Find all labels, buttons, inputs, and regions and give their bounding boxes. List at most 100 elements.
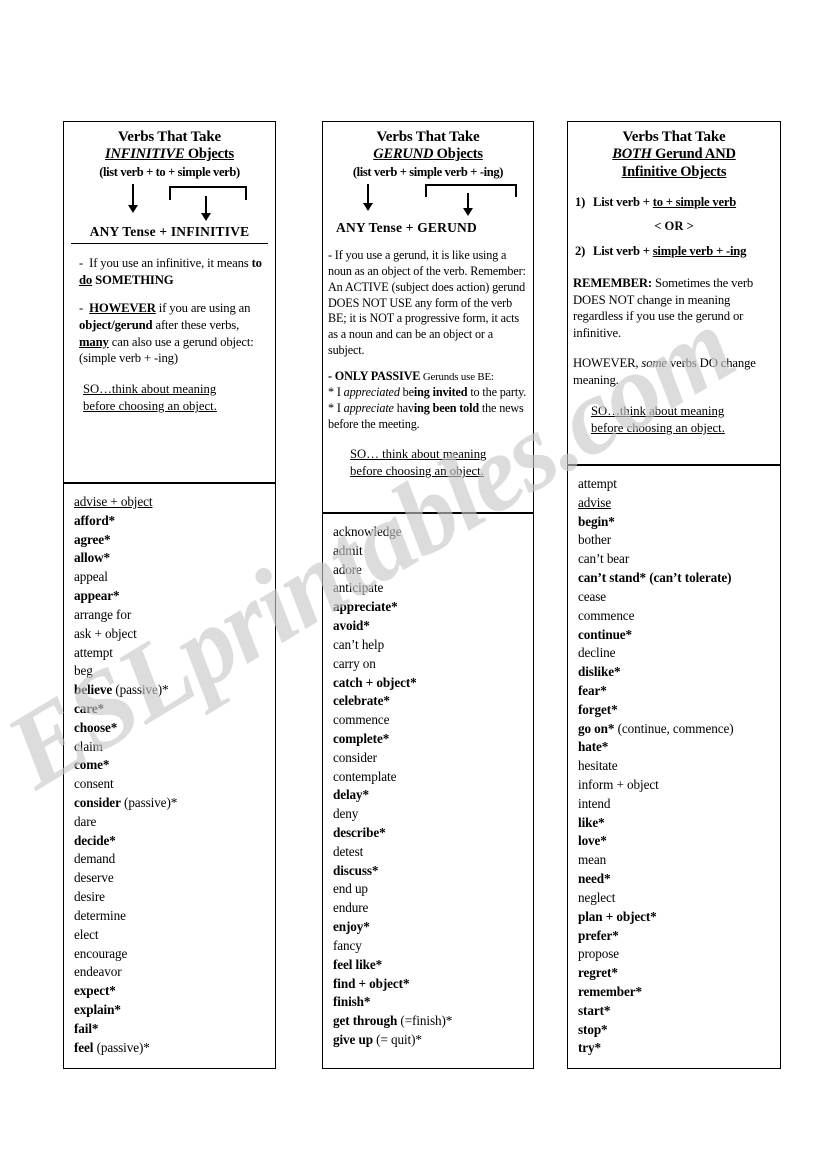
verb-suffix: (=finish)* xyxy=(397,1013,453,1029)
verb-entry: regret* xyxy=(578,965,618,981)
formula-bracket xyxy=(169,185,247,200)
infinitive-formula: (list verb + to + simple verb) xyxy=(99,164,240,179)
both-so-line-2: before choosing an object. xyxy=(591,421,725,436)
both-remember-label: REMEMBER: xyxy=(573,275,653,290)
both-rule-1-pre: List verb + xyxy=(593,194,653,209)
center-arrow-head xyxy=(201,212,211,221)
ex2-mid: hav xyxy=(393,400,414,415)
both-however-note: HOWEVER, some verbs DO change meaning. xyxy=(573,355,775,389)
verb-entry: fear* xyxy=(578,682,607,698)
verb-entry: try* xyxy=(578,1040,602,1056)
ex2-bold: ing been told xyxy=(413,400,479,415)
verb-entry: describe* xyxy=(333,825,386,840)
both-or-separator: < OR > xyxy=(654,218,694,233)
infinitive-header-panel: Verbs That Take INFINITIVE Objects (list… xyxy=(63,121,276,483)
center-arrow-stem xyxy=(205,195,207,214)
ex1-bold: ing invited xyxy=(413,384,468,399)
verb-entry: delay* xyxy=(333,787,370,803)
verb-entry: finish* xyxy=(333,994,371,1010)
verb-entry: consider (passive)* xyxy=(74,794,270,813)
ex2-italic: appreciate xyxy=(343,400,394,415)
verb-entry: love* xyxy=(578,833,607,849)
verb-entry: dare xyxy=(74,813,97,829)
verb-entry: can’t stand* (can’t tolerate) xyxy=(578,570,732,586)
verb-entry: care* xyxy=(74,700,105,716)
verb-entry: mean xyxy=(578,852,607,868)
gerund-title: Verbs That Take xyxy=(376,129,480,145)
verb-main: believe xyxy=(74,682,113,698)
verb-entry: enjoy* xyxy=(333,919,370,935)
gerund-verb-list: acknowledge admit adore anticipate appreciat… xyxy=(322,513,534,1069)
verb-entry: can’t help xyxy=(333,636,385,652)
infinitive-tense-line: ANY Tense + INFINITIVE xyxy=(89,223,250,239)
verb-entry: propose xyxy=(578,946,620,962)
both-so-block: SO…think about meaning before choosing a… xyxy=(573,403,775,437)
verb-entry: desire xyxy=(74,889,105,905)
verb-main: feel xyxy=(74,1039,94,1055)
verb-entry: inform + object xyxy=(578,777,659,792)
infinitive-subtitle: INFINITIVE Objects xyxy=(69,146,270,164)
infinitive-subtitle-keyword: INFINITIVE xyxy=(105,146,185,163)
gerund-note-main: - If you use a gerund, it is like using … xyxy=(328,247,526,358)
both-so-line-1: SO…think about meaning xyxy=(591,404,725,419)
verb-main: get through xyxy=(333,1013,398,1029)
verb-entry: elect xyxy=(74,926,99,942)
gerund-example-1: * I appreciated being invited to the par… xyxy=(328,385,528,401)
verb-entry: commence xyxy=(333,712,390,728)
verb-entry: cease xyxy=(578,588,607,604)
verb-entry: commence xyxy=(578,607,635,623)
verb-entry: continue* xyxy=(578,626,633,642)
verb-entry: admit xyxy=(333,542,363,558)
verb-suffix: (passive)* xyxy=(112,682,169,698)
verb-entry: go on* (continue, commence) xyxy=(578,720,775,739)
verb-entry: discuss* xyxy=(333,862,379,878)
verb-entry: intend xyxy=(578,795,611,811)
verb-entry: appear* xyxy=(74,588,120,604)
infinitive-title: Verbs That Take xyxy=(118,129,221,145)
gerund-header-panel: Verbs That Take GERUND Objects (list ver… xyxy=(322,121,534,513)
gerund-formula: (list verb + simple verb + -ing) xyxy=(352,164,504,179)
gerund-tense-line: ANY Tense + GERUND xyxy=(336,219,477,235)
gerund-so-block: SO… think about meaning before choosing … xyxy=(328,446,528,480)
verb-entry: advise + object xyxy=(74,494,153,509)
both-subtitle: BOTH Gerund AND xyxy=(573,146,775,164)
verb-entry: determine xyxy=(74,907,126,923)
verb-entry: detest xyxy=(333,843,364,859)
verb-entry: consider xyxy=(333,749,377,765)
gerund-example-2: * I appreciate having been told the news… xyxy=(328,401,528,433)
ex2-lead: * I xyxy=(328,400,344,415)
verb-entry: prefer* xyxy=(578,927,619,943)
verb-entry: carry on xyxy=(333,655,376,671)
verb-entry: find + object* xyxy=(333,975,410,991)
verb-entry: endeavor xyxy=(74,964,122,980)
gerund-so-line-2: before choosing an object. xyxy=(350,464,484,479)
verb-entry: adore xyxy=(333,561,362,577)
verb-entry: choose* xyxy=(74,719,118,735)
verb-entry: beg xyxy=(74,663,93,679)
worksheet-page: Verbs That Take INFINITIVE Objects (list… xyxy=(0,0,826,1169)
gerund-passive-label: - ONLY PASSIVE xyxy=(328,369,421,383)
both-rule-2: 2) List verb + simple verb + -ing xyxy=(573,244,775,259)
ex1-tail: to the party. xyxy=(467,384,527,399)
verb-entry: claim xyxy=(74,738,103,754)
verb-entry: end up xyxy=(333,881,368,897)
verb-entry: stop* xyxy=(578,1021,608,1037)
verb-suffix: (passive)* xyxy=(120,795,178,810)
left-arrow-head xyxy=(363,202,373,211)
gerund-so-line-1: SO… think about meaning xyxy=(350,447,487,462)
verb-entry: fancy xyxy=(333,937,362,953)
verb-entry: anticipate xyxy=(333,580,384,596)
verb-entry: begin* xyxy=(578,513,615,529)
verb-entry: hesitate xyxy=(578,758,618,774)
verb-entry: feel (passive)* xyxy=(74,1039,270,1058)
both-subtitle-infinitive: Infinitive Objects xyxy=(621,163,727,180)
verb-entry: appreciate* xyxy=(333,599,398,615)
verb-entry: start* xyxy=(578,1002,611,1018)
infinitive-subtitle-objects: Objects xyxy=(184,146,234,163)
verb-entry: complete* xyxy=(333,730,390,746)
verb-entry: feel like* xyxy=(333,956,383,972)
left-arrow-stem xyxy=(367,183,369,204)
verb-entry: deserve xyxy=(74,870,114,886)
verb-entry: avoid* xyxy=(333,618,370,634)
both-however-lead: HOWEVER, xyxy=(573,356,642,371)
